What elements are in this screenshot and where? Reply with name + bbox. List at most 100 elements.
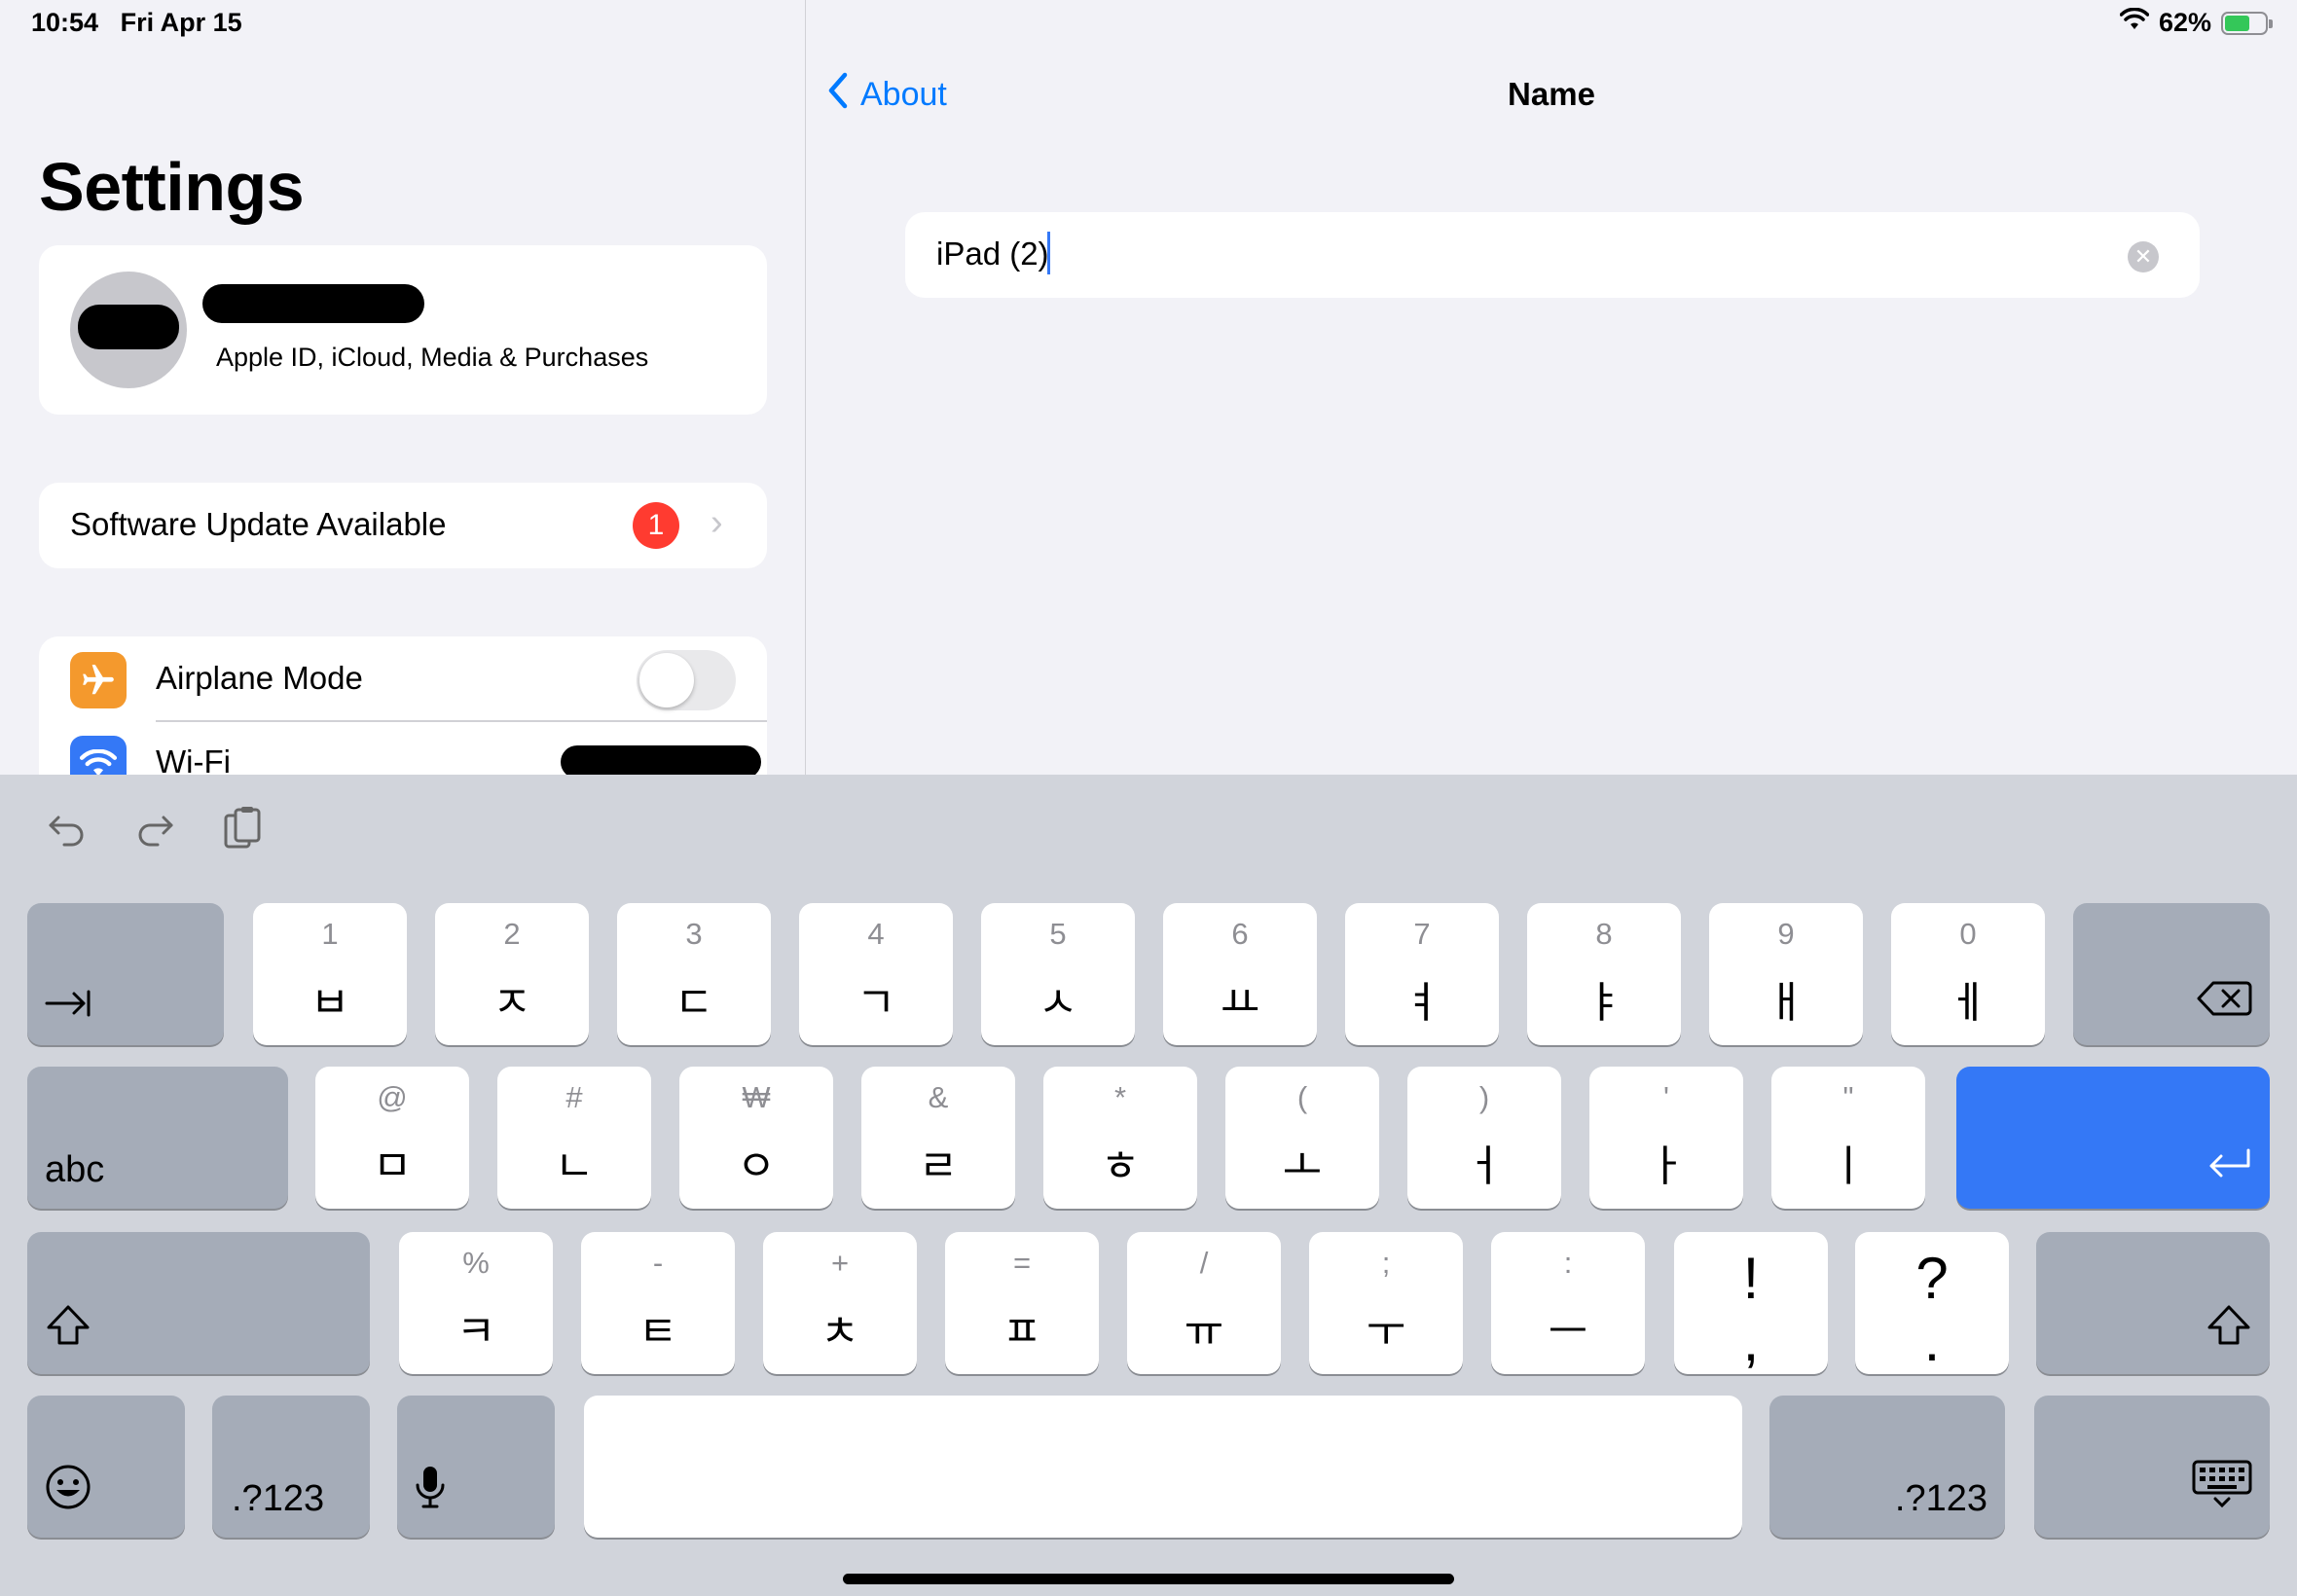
letter-key[interactable]: & ㄹ	[861, 1067, 1015, 1209]
letter-key[interactable]: 0ㅔ	[1891, 903, 2045, 1045]
key-label: ㅣ	[1828, 1143, 1869, 1190]
tab-icon	[45, 986, 91, 1028]
key-label: ㅔ	[1948, 979, 1988, 1027]
key-hint: 4	[867, 917, 885, 951]
letter-key[interactable]: 6ㅛ	[1163, 903, 1317, 1045]
name-field[interactable]: ✕	[905, 212, 2200, 298]
tab-key[interactable]	[27, 903, 224, 1045]
key-hint: 7	[1413, 917, 1431, 951]
key-hint: 8	[1595, 917, 1613, 951]
chevron-left-icon	[827, 72, 849, 118]
key-hint: +	[830, 1246, 850, 1280]
wifi-label: Wi-Fi	[156, 744, 231, 775]
key-label: ㅍ	[1002, 1308, 1042, 1356]
software-update-row[interactable]: Software Update Available 1 ›	[39, 483, 767, 568]
keyboard-hide-icon	[2192, 1460, 2252, 1520]
letter-key[interactable]: ; ㅜ	[1309, 1232, 1463, 1374]
return-key[interactable]	[1956, 1067, 2270, 1209]
letter-key[interactable]: ) ㅓ	[1407, 1067, 1561, 1209]
avatar	[70, 272, 187, 388]
letter-key[interactable]: % ㅋ	[399, 1232, 553, 1374]
key-label: ㅏ	[1646, 1143, 1687, 1190]
airplane-mode-toggle[interactable]	[637, 650, 736, 710]
key-hint: (	[1296, 1080, 1308, 1114]
dismiss-keyboard-key[interactable]	[2034, 1396, 2270, 1538]
letter-key[interactable]: -ㅌ	[581, 1232, 735, 1374]
key-hint: /	[1199, 1246, 1209, 1280]
letter-key[interactable]: (ㅗ	[1225, 1067, 1379, 1209]
key-hint: 3	[685, 917, 703, 951]
letter-key[interactable]: 7ㅕ	[1345, 903, 1499, 1045]
key-hint: *	[1113, 1080, 1127, 1114]
airplane-mode-label: Airplane Mode	[156, 660, 363, 696]
key-label: ㅠ	[1184, 1308, 1224, 1356]
abc-key[interactable]: abc	[27, 1067, 288, 1209]
chevron-right-icon: ›	[711, 502, 723, 543]
key-hint: ;	[1381, 1246, 1391, 1280]
software-update-label: Software Update Available	[70, 506, 447, 542]
key-hint: "	[1842, 1080, 1854, 1114]
key-hint: #	[565, 1080, 583, 1114]
letter-key[interactable]: 2ㅈ	[435, 903, 589, 1045]
airplane-icon	[70, 652, 127, 708]
letter-key[interactable]: 1ㅂ	[253, 903, 407, 1045]
letter-key[interactable]: 3ㄷ	[617, 903, 771, 1045]
emoji-key[interactable]	[27, 1396, 185, 1538]
key-label: ㅛ	[1220, 979, 1260, 1027]
settings-list: Airplane Mode Wi-Fi	[39, 636, 767, 775]
key-label: ㅅ	[1038, 979, 1078, 1027]
redo-icon[interactable]	[130, 804, 179, 852]
key-label: ㅂ	[310, 979, 350, 1027]
numbers-key-right[interactable]: .?123	[1769, 1396, 2005, 1538]
shift-key-right[interactable]	[2036, 1232, 2270, 1374]
letter-key[interactable]: 9ㅐ	[1709, 903, 1863, 1045]
shift-icon	[45, 1304, 91, 1357]
shift-key-left[interactable]	[27, 1232, 370, 1374]
letter-key[interactable]: 5ㅅ	[981, 903, 1135, 1045]
key-hint: &	[928, 1080, 949, 1114]
key-hint: %	[462, 1246, 490, 1280]
key-hint: ₩	[742, 1080, 771, 1114]
letter-key[interactable]: " ㅣ	[1771, 1067, 1925, 1209]
delete-key[interactable]	[2073, 903, 2270, 1045]
key-label: ㅇ	[736, 1143, 777, 1190]
key-exclaim-comma[interactable]: !,	[1674, 1232, 1828, 1374]
letter-key[interactable]: = ㅍ	[945, 1232, 1099, 1374]
letter-key[interactable]: 4ㄱ	[799, 903, 953, 1045]
letter-key[interactable]: # ㄴ	[497, 1067, 651, 1209]
undo-icon[interactable]	[43, 804, 91, 852]
keyboard: 1ㅂ2ㅈ3ㄷ4ㄱ5ㅅ6ㅛ7ㅕ8ㅑ9ㅐ0ㅔ abc @ ㅁ # ㄴ ₩ ㅇ & ㄹ * ㅎ(ㅗ) ㅓ '…	[0, 775, 2297, 1596]
letter-key[interactable]: @ ㅁ	[315, 1067, 469, 1209]
letter-key[interactable]: / ㅠ	[1127, 1232, 1281, 1374]
key-label: ㅓ	[1464, 1143, 1505, 1190]
letter-key[interactable]: * ㅎ	[1043, 1067, 1197, 1209]
paste-icon[interactable]	[218, 804, 267, 852]
letter-key[interactable]: ' ㅏ	[1589, 1067, 1743, 1209]
key-hint: =	[1012, 1246, 1032, 1280]
emoji-icon	[45, 1464, 91, 1520]
key-label: ㅜ	[1366, 1308, 1406, 1356]
letter-key[interactable]: 8ㅑ	[1527, 903, 1681, 1045]
key-question-period[interactable]: ?.	[1855, 1232, 2009, 1374]
letter-key[interactable]: :ㅡ	[1491, 1232, 1645, 1374]
letter-key[interactable]: + ㅊ	[763, 1232, 917, 1374]
apple-id-card[interactable]: Apple ID, iCloud, Media & Purchases	[39, 245, 767, 415]
letter-key[interactable]: ₩ ㅇ	[679, 1067, 833, 1209]
key-label: ㅋ	[456, 1308, 496, 1356]
key-label: ㄱ	[856, 979, 896, 1027]
wifi-icon	[70, 736, 127, 775]
key-hint: '	[1663, 1080, 1669, 1114]
key-hint: 1	[321, 917, 339, 951]
key-label: ㅊ	[820, 1308, 860, 1356]
back-button[interactable]: About	[827, 72, 947, 118]
divider	[156, 720, 767, 722]
clear-text-icon[interactable]: ✕	[2128, 241, 2159, 272]
name-input[interactable]	[936, 236, 1350, 272]
redacted-network	[561, 745, 761, 775]
key-label: !,	[1742, 1246, 1760, 1373]
shift-icon	[2206, 1304, 2252, 1357]
key-label: ㅕ	[1402, 979, 1442, 1027]
numbers-key-left[interactable]: .?123	[212, 1396, 370, 1538]
space-bar[interactable]	[584, 1396, 1742, 1538]
dictation-key[interactable]	[397, 1396, 555, 1538]
